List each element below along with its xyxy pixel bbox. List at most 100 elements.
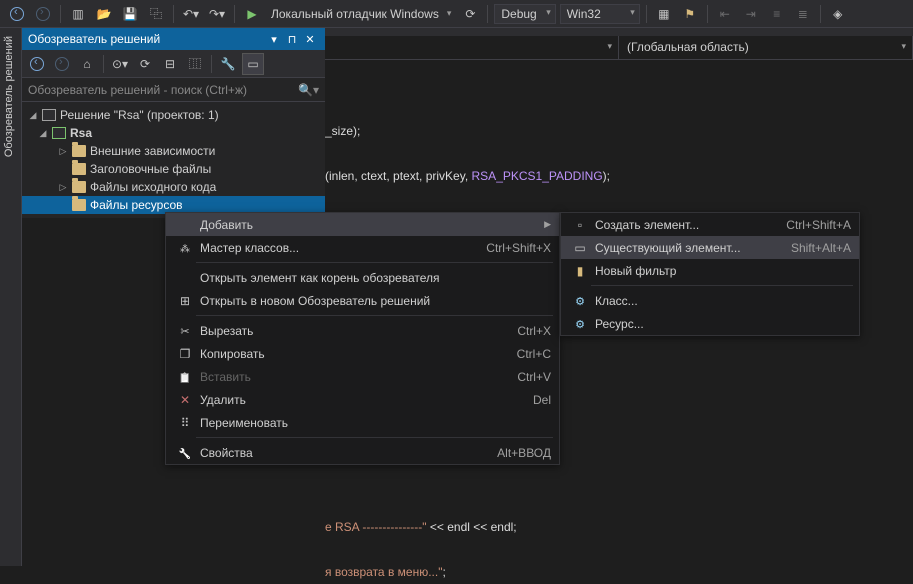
new-window-icon [174,294,196,308]
open-icon[interactable]: 📂 [93,3,115,25]
panel-pin-icon[interactable]: ⊓ [283,33,301,46]
expand-icon[interactable]: ▷ [58,146,68,157]
tree-solution[interactable]: ◢ Решение "Rsa" (проектов: 1) [22,106,325,124]
folder-icon [72,163,86,175]
collapse-icon[interactable]: ⊟ [159,53,181,75]
refresh-tree-icon[interactable]: ⟳ [134,53,156,75]
code-text: RSA_PKCS1_PADDING [472,169,603,183]
main-toolbar: ▥ 📂 💾 ⿻ ↶▾ ↷▾ ▶ Локальный отладчик Windo… [0,0,913,28]
tree-ext-deps[interactable]: ▷ Внешние зависимости [22,142,325,160]
solution-explorer-panel: Обозреватель решений ▾ ⊓ ✕ ⌂ ⊙▾ ⟳ ⊟ ⿲ 🔧 … [22,28,325,218]
tree-project[interactable]: ◢ Rsa [22,124,325,142]
menu-resource[interactable]: Ресурс... [561,312,859,335]
start-debug-icon[interactable]: ▶ [241,3,263,25]
menu-class[interactable]: Класс... [561,289,859,312]
class-wizard-icon [174,241,196,255]
menu-copy[interactable]: Копировать Ctrl+C [166,342,559,365]
submenu-arrow-icon: ▶ [544,219,551,230]
tree-label: Заголовочные файлы [90,162,211,176]
delete-icon [174,393,196,407]
save-icon[interactable]: 💾 [119,3,141,25]
project-icon [52,127,66,139]
expand-icon[interactable]: ▷ [58,182,68,193]
menu-new-item[interactable]: Создать элемент... Ctrl+Shift+A [561,213,859,236]
refresh-icon[interactable]: ⟳ [459,3,481,25]
nav-back-button[interactable] [6,3,28,25]
panel-search[interactable]: Обозреватель решений - поиск (Ctrl+ж) 🔍▾ [22,78,325,102]
nav-left-combo[interactable] [325,36,619,59]
back-icon[interactable] [26,53,48,75]
panel-close-icon[interactable]: ✕ [301,33,319,46]
menu-existing-item[interactable]: Существующий элемент... Shift+Alt+A [561,236,859,259]
menu-paste: Вставить Ctrl+V [166,365,559,388]
menu-open-root[interactable]: Открыть элемент как корень обозревателя [166,266,559,289]
copy-icon [174,347,196,361]
new-item-icon [569,218,591,232]
code-text: ; [442,565,445,579]
menu-add[interactable]: Добавить ▶ [166,213,559,236]
folder-icon [569,264,591,278]
solution-icon [42,109,56,121]
paste-icon [174,370,196,384]
panel-toolbar: ⌂ ⊙▾ ⟳ ⊟ ⿲ 🔧 ▭ [22,50,325,78]
redo-icon[interactable]: ↷▾ [206,3,228,25]
context-menu: Добавить ▶ Мастер классов... Ctrl+Shift+… [165,212,560,465]
menu-cut[interactable]: Вырезать Ctrl+X [166,319,559,342]
panel-title-text: Обозреватель решений [28,32,160,46]
layout-icon[interactable]: ▦ [653,3,675,25]
rename-icon [174,416,196,430]
tree-label: Файлы исходного кода [90,180,216,194]
tree-label: Rsa [70,126,92,140]
class-icon [569,294,591,308]
show-all-icon[interactable]: ⿲ [184,53,206,75]
add-submenu: Создать элемент... Ctrl+Shift+A Существу… [560,212,860,336]
save-all-icon[interactable]: ⿻ [145,3,167,25]
menu-properties[interactable]: Свойства Alt+ВВОД [166,441,559,464]
forward-icon[interactable] [51,53,73,75]
code-text: << endl << endl; [427,520,517,534]
comment-icon[interactable]: ≡ [766,3,788,25]
uncomment-icon[interactable]: ≣ [792,3,814,25]
home-icon[interactable]: ⌂ [76,53,98,75]
editor-nav-bar: (Глобальная область) [325,36,913,60]
expand-icon[interactable]: ◢ [38,128,48,139]
side-tab-strip: Обозреватель решений [0,28,22,566]
platform-combo[interactable]: Win32 [560,4,640,24]
code-text: я возврата в меню..." [325,565,442,579]
tree-sources[interactable]: ▷ Файлы исходного кода [22,178,325,196]
code-text: _size); [325,124,360,138]
undo-icon[interactable]: ↶▾ [180,3,202,25]
solution-explorer-tab[interactable]: Обозреватель решений [0,28,18,165]
menu-open-new[interactable]: Открыть в новом Обозреватель решений [166,289,559,312]
tree-headers[interactable]: Заголовочные файлы [22,160,325,178]
tree-label: Решение "Rsa" (проектов: 1) [60,108,219,122]
menu-delete[interactable]: Удалить Del [166,388,559,411]
config-combo[interactable]: Debug [494,4,555,24]
expand-icon[interactable]: ◢ [28,110,38,121]
tree-label: Файлы ресурсов [90,198,183,212]
panel-dropdown-icon[interactable]: ▾ [265,33,283,46]
folder-icon [72,199,86,211]
solution-tree: ◢ Решение "Rsa" (проектов: 1) ◢ Rsa ▷ Вн… [22,102,325,218]
outdent-icon[interactable]: ⇥ [740,3,762,25]
existing-item-icon [569,241,591,255]
cut-icon [174,324,196,338]
properties-icon[interactable]: 🔧 [217,53,239,75]
search-icon[interactable]: 🔍▾ [298,83,319,97]
debugger-label[interactable]: Локальный отладчик Windows [267,7,443,21]
panel-titlebar: Обозреватель решений ▾ ⊓ ✕ [22,28,325,50]
bookmark-icon[interactable]: ◈ [827,3,849,25]
indent-icon[interactable]: ⇤ [714,3,736,25]
menu-rename[interactable]: Переименовать [166,411,559,434]
code-text: е RSA ---------------" [325,520,427,534]
code-text: (inlen, ctext, ptext, privKey, [325,169,472,183]
folder-icon [72,145,86,157]
menu-new-filter[interactable]: Новый фильтр [561,259,859,282]
menu-class-wizard[interactable]: Мастер классов... Ctrl+Shift+X [166,236,559,259]
nav-forward-button[interactable] [32,3,54,25]
sync-icon[interactable]: ⊙▾ [109,53,131,75]
new-project-icon[interactable]: ▥ [67,3,89,25]
nav-scope-combo[interactable]: (Глобальная область) [619,36,913,59]
preview-icon[interactable]: ▭ [242,53,264,75]
find-icon[interactable]: ⚑ [679,3,701,25]
